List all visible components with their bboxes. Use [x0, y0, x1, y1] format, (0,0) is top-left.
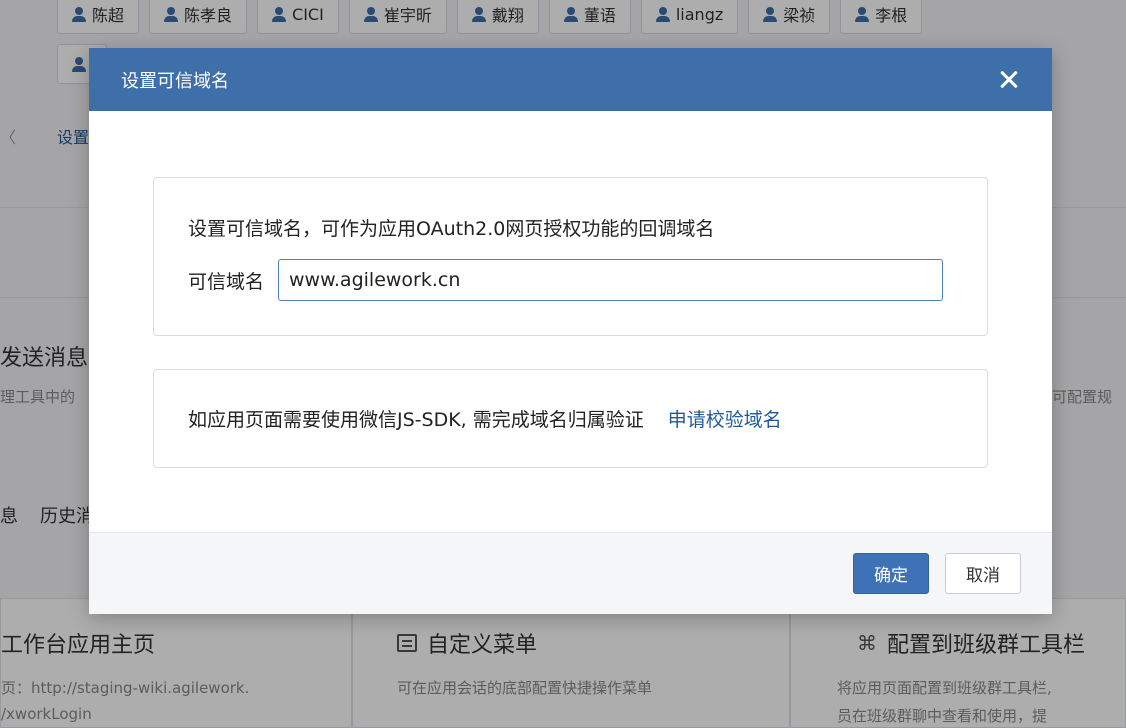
dialog-header: 设置可信域名: [89, 48, 1052, 111]
panel-description: 设置可信域名，可作为应用OAuth2.0网页授权功能的回调域名: [188, 218, 715, 240]
domain-field-label: 可信域名: [188, 270, 265, 293]
close-icon[interactable]: [996, 67, 1022, 93]
dialog-title: 设置可信域名: [121, 70, 229, 92]
cancel-button[interactable]: 取消: [945, 553, 1021, 594]
verification-text: 如应用页面需要使用微信JS-SDK, 需完成域名归属验证: [188, 409, 644, 431]
trusted-domain-input[interactable]: [278, 259, 944, 301]
domain-field-row: 可信域名: [188, 259, 953, 301]
trusted-domain-dialog: 设置可信域名 设置可信域名，可作为应用OAuth2.0网页授权功能的回调域名 可…: [89, 48, 1052, 614]
dialog-footer: 确定 取消: [89, 532, 1052, 614]
domain-config-panel: 设置可信域名，可作为应用OAuth2.0网页授权功能的回调域名 可信域名: [153, 177, 988, 336]
apply-verify-domain-link[interactable]: 申请校验域名: [668, 405, 782, 432]
confirm-button[interactable]: 确定: [853, 553, 929, 594]
dialog-body: 设置可信域名，可作为应用OAuth2.0网页授权功能的回调域名 可信域名 如应用…: [89, 111, 1052, 532]
verification-panel: 如应用页面需要使用微信JS-SDK, 需完成域名归属验证 申请校验域名: [153, 369, 988, 468]
